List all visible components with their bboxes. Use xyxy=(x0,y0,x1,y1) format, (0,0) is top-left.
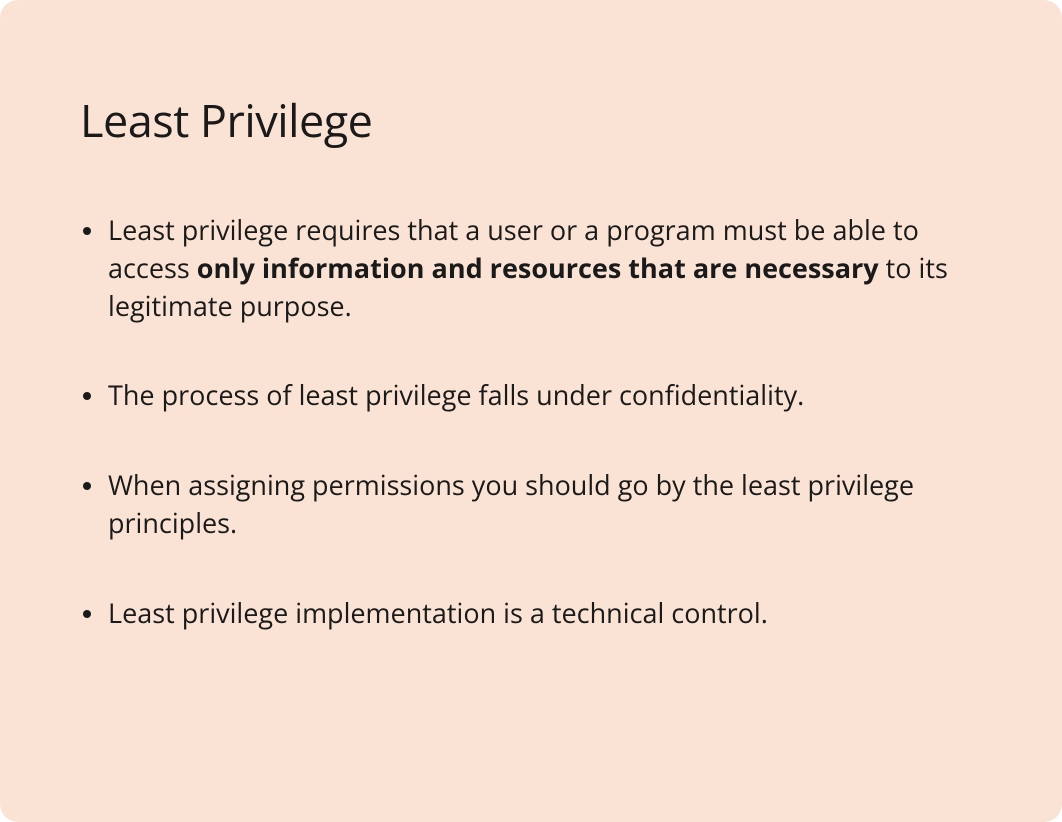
bullet-text-pre: The process of least privilege falls und… xyxy=(108,376,804,413)
bullet-text-bold: only information and resources that are … xyxy=(197,249,879,286)
bullet-item: The process of least privilege falls und… xyxy=(80,376,982,414)
bullet-item: Least privilege implementation is a tech… xyxy=(80,594,982,632)
bullet-list: Least privilege requires that a user or … xyxy=(80,211,982,632)
bullet-item: When assigning permissions you should go… xyxy=(80,466,982,542)
slide: Least Privilege Least privilege requires… xyxy=(0,0,1062,822)
slide-title: Least Privilege xyxy=(80,90,982,151)
bullet-item: Least privilege requires that a user or … xyxy=(80,211,982,324)
bullet-text-pre: When assigning permissions you should go… xyxy=(108,466,914,541)
bullet-text-pre: Least privilege implementation is a tech… xyxy=(108,594,768,631)
